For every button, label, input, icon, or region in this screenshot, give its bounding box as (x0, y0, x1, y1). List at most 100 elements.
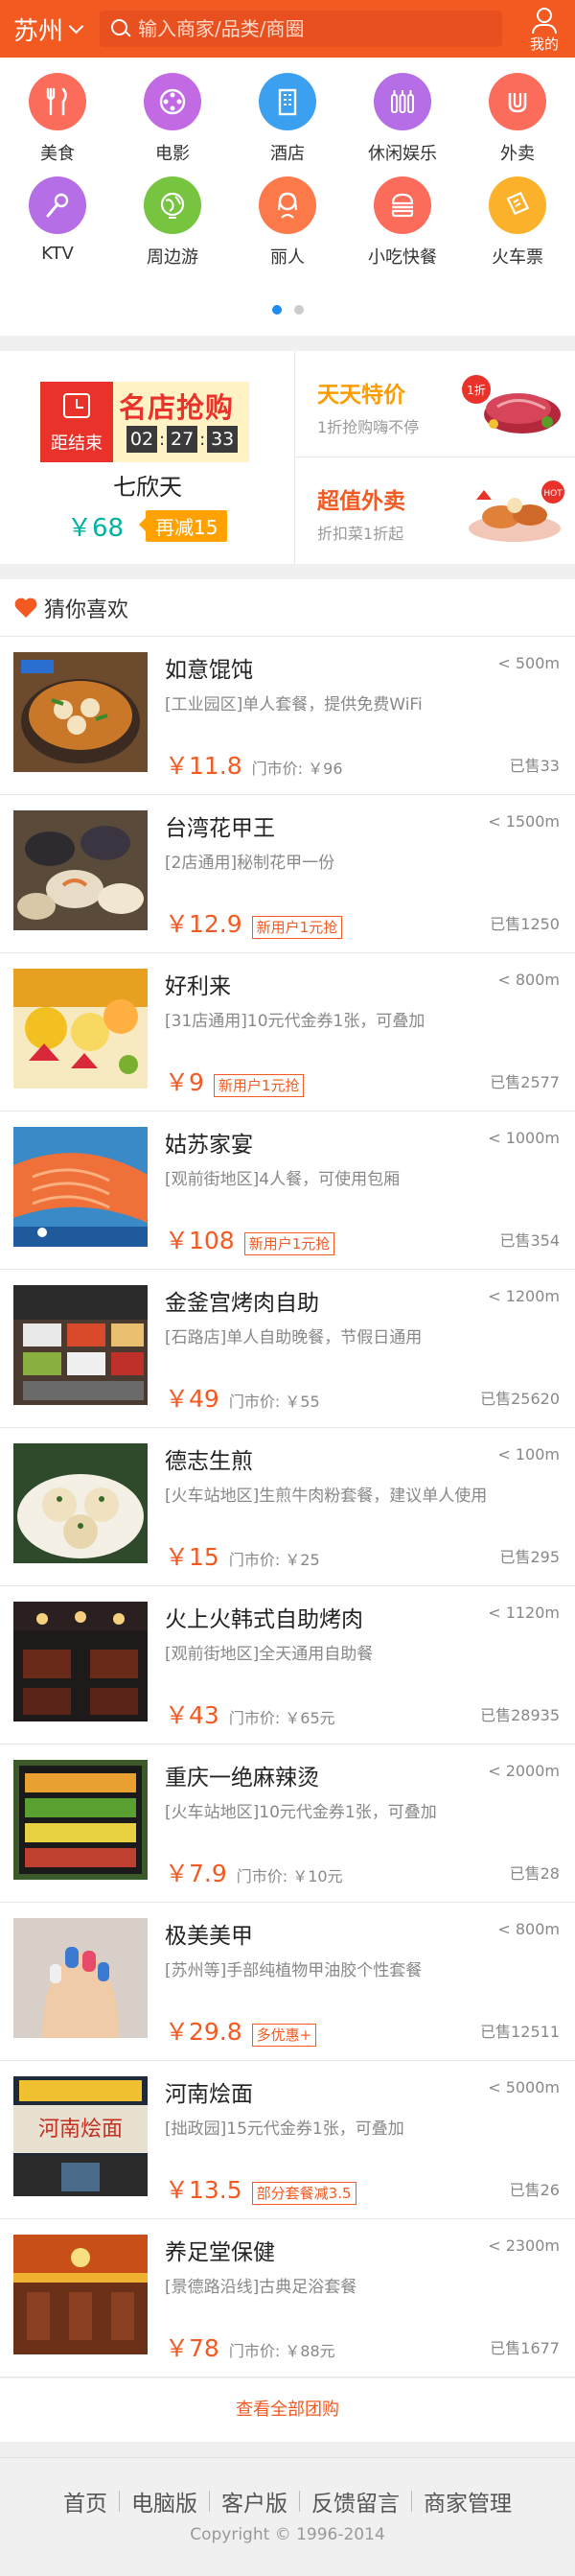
category-fork-knife[interactable]: 美食 (0, 73, 115, 176)
deal-distance: < 1500m (488, 812, 560, 831)
deal-item[interactable]: 金釜宫烤肉自助 < 1200m [石路店]单人自助晚餐，节假日通用 ￥49 门市价: ￥… (0, 1270, 575, 1428)
deal-sold-count: 已售25620 (480, 1390, 560, 1408)
deal-photo (13, 810, 148, 930)
deal-photo (13, 1918, 148, 2038)
view-all-deals-link[interactable]: 查看全部团购 (0, 2378, 575, 2442)
deal-photo (13, 652, 148, 772)
deal-market-price: 门市价: ￥55 (228, 1393, 320, 1411)
deal-item[interactable]: 河南烩面 河南烩面 < 5000m [拙政园]15元代金券1张，可叠加 ￥13.5 部分套… (0, 2061, 575, 2219)
deal-distance: < 2000m (488, 1762, 560, 1780)
daily-special-subtitle: 1折抢购嗨不停 (317, 418, 420, 436)
deal-photo: 河南烩面 (13, 2076, 148, 2196)
search-box[interactable] (100, 11, 502, 47)
category-globe[interactable]: 周边游 (115, 176, 230, 280)
footer-nav: 首页 电脑版 客户版 反馈留言 商家管理 (0, 2485, 575, 2517)
alarm-clock-icon (63, 393, 90, 418)
footer-link[interactable]: 首页 (52, 2485, 119, 2517)
category-label: 火车票 (492, 247, 543, 268)
deal-item[interactable]: 好利来 < 800m [31店通用]10元代金券1张，可叠加 ￥9 新用户1元抢 已售25… (0, 953, 575, 1112)
deal-description: [观前街地区]全天通用自助餐 (165, 1645, 374, 1664)
flash-sale-price: ￥68 (67, 514, 125, 543)
deal-promo-tag: 新用户1元抢 (243, 1232, 335, 1255)
deal-market-price: 门市价: ￥10元 (236, 1867, 343, 1885)
category-film-reel[interactable]: 电影 (115, 73, 230, 176)
deal-name: 火上火韩式自助烤肉 (165, 1607, 363, 1632)
deal-market-price: 门市价: ￥25 (228, 1551, 320, 1569)
my-account-button[interactable]: 我的 (521, 4, 567, 54)
deal-item[interactable]: 火上火韩式自助烤肉 < 1120m [观前街地区]全天通用自助餐 ￥43 门市价: ￥6… (0, 1586, 575, 1745)
deal-description: [苏州等]手部纯植物甲油胶个性套餐 (165, 1961, 423, 1980)
footer-link[interactable]: 电脑版 (120, 2485, 209, 2517)
deal-sold-count: 已售28 (509, 1864, 560, 1883)
deal-item[interactable]: 极美美甲 < 800m [苏州等]手部纯植物甲油胶个性套餐 ￥29.8 多优惠+ 已售12… (0, 1903, 575, 2061)
takeout-food-image: HOT (469, 480, 564, 542)
countdown-label: 距结束 (51, 433, 103, 454)
deal-promo-tag: 新用户1元抢 (251, 916, 343, 939)
deal-name: 养足堂保健 (165, 2240, 275, 2265)
deal-sold-count: 已售1677 (490, 2339, 560, 2357)
deal-name: 如意馄饨 (165, 658, 253, 683)
deal-sold-count: 已售28935 (480, 1706, 560, 1724)
deal-market-price: 门市价: ￥96 (251, 760, 343, 778)
svg-text:河南烩面: 河南烩面 (38, 2118, 123, 2142)
takeout-deal-subtitle: 折扣菜1折起 (317, 525, 404, 543)
takeout-deal-title: 超值外卖 (317, 489, 405, 514)
deal-name: 河南烩面 (165, 2082, 253, 2107)
category-burger[interactable]: 小吃快餐 (345, 176, 460, 280)
footer-link[interactable]: 商家管理 (412, 2485, 523, 2517)
copyright: Copyright © 1996-2014 (190, 2525, 385, 2544)
guess-you-like-header: 猜你喜欢 (0, 579, 575, 637)
category-building[interactable]: 酒店 (230, 73, 345, 176)
deal-price: ￥43 (165, 1701, 219, 1729)
category-microphone[interactable]: KTV (0, 176, 115, 280)
promo-block: 距结束 名店抢购 02 : 27 : 33 七欣天 ￥68 再减15 天天特价 … (0, 351, 575, 564)
footer: 首页 电脑版 客户版 反馈留言 商家管理 Copyright © 1996-2014 (0, 2457, 575, 2576)
deal-item[interactable]: 姑苏家宴 < 1000m [观前街地区]4人餐，可使用包厢 ￥108 新用户1元抢 已售3… (0, 1112, 575, 1270)
city-selector[interactable]: 苏州 (13, 12, 96, 47)
pager-dots (0, 305, 575, 315)
deal-description: [石路店]单人自助晚餐，节假日通用 (165, 1328, 423, 1347)
footer-link[interactable]: 客户版 (210, 2485, 299, 2517)
footer-link[interactable]: 反馈留言 (300, 2485, 411, 2517)
flash-sale-shop: 七欣天 (113, 474, 182, 501)
category-label: 美食 (40, 144, 75, 164)
takeout-deal-card[interactable]: 超值外卖 折扣菜1折起 HOT (296, 457, 575, 564)
ticket-icon (489, 176, 546, 234)
pager-dot[interactable] (293, 305, 304, 315)
category-ticket[interactable]: 火车票 (460, 176, 575, 280)
category-label: 酒店 (270, 144, 305, 164)
deal-name: 极美美甲 (165, 1924, 253, 1949)
category-takeout[interactable]: 外卖 (460, 73, 575, 176)
deal-item[interactable]: 如意馄饨 < 500m [工业园区]单人套餐，提供免费WiFi ￥11.8 门市价: ￥… (0, 637, 575, 795)
category-bottles[interactable]: 休闲娱乐 (345, 73, 460, 176)
deal-description: [31店通用]10元代金券1张，可叠加 (165, 1012, 426, 1031)
top-bar: 苏州 我的 (0, 0, 575, 58)
user-icon (537, 8, 552, 23)
heart-icon (14, 597, 37, 618)
countdown-hours: 02 (126, 426, 157, 453)
category-woman[interactable]: 丽人 (230, 176, 345, 280)
deal-promo-tag: 部分套餐减3.5 (251, 2182, 356, 2205)
deal-item[interactable]: 养足堂保健 < 2300m [景德路沿线]古典足浴套餐 ￥78 门市价: ￥88元 已售1… (0, 2219, 575, 2377)
deal-item[interactable]: 重庆一绝麻辣烫 < 2000m [火车站地区]10元代金券1张，可叠加 ￥7.9 门市价… (0, 1745, 575, 1903)
search-input[interactable] (138, 17, 502, 40)
deal-description: [拙政园]15元代金券1张，可叠加 (165, 2119, 404, 2139)
deal-item[interactable]: 德志生煎 < 100m [火车站地区]生煎牛肉粉套餐，建议单人使用 ￥15 门市价: ￥… (0, 1428, 575, 1586)
chevron-down-icon (68, 18, 84, 34)
deal-item[interactable]: 台湾花甲王 < 1500m [2店通用]秘制花甲一份 ￥12.9 新用户1元抢 已售125… (0, 795, 575, 953)
countdown-seconds: 33 (207, 426, 239, 453)
category-label: KTV (41, 244, 74, 264)
daily-special-title: 天天特价 (317, 383, 405, 408)
deal-price: ￥11.8 (165, 752, 242, 780)
deal-price: ￥9 (165, 1068, 204, 1096)
deal-price: ￥49 (165, 1385, 219, 1413)
pager-dot[interactable] (271, 305, 282, 315)
film-reel-icon (144, 73, 201, 130)
deal-promo-tag: 多优惠+ (251, 2024, 317, 2047)
daily-special-card[interactable]: 天天特价 1折抢购嗨不停 1折 (296, 351, 575, 457)
deal-list: 如意馄饨 < 500m [工业园区]单人套餐，提供免费WiFi ￥11.8 门市价: ￥… (0, 637, 575, 2377)
flash-sale-card[interactable]: 距结束 名店抢购 02 : 27 : 33 七欣天 ￥68 再减15 (0, 351, 295, 564)
deal-description: [2店通用]秘制花甲一份 (165, 854, 335, 873)
category-label: 周边游 (147, 247, 198, 268)
category-label: 电影 (155, 144, 190, 164)
